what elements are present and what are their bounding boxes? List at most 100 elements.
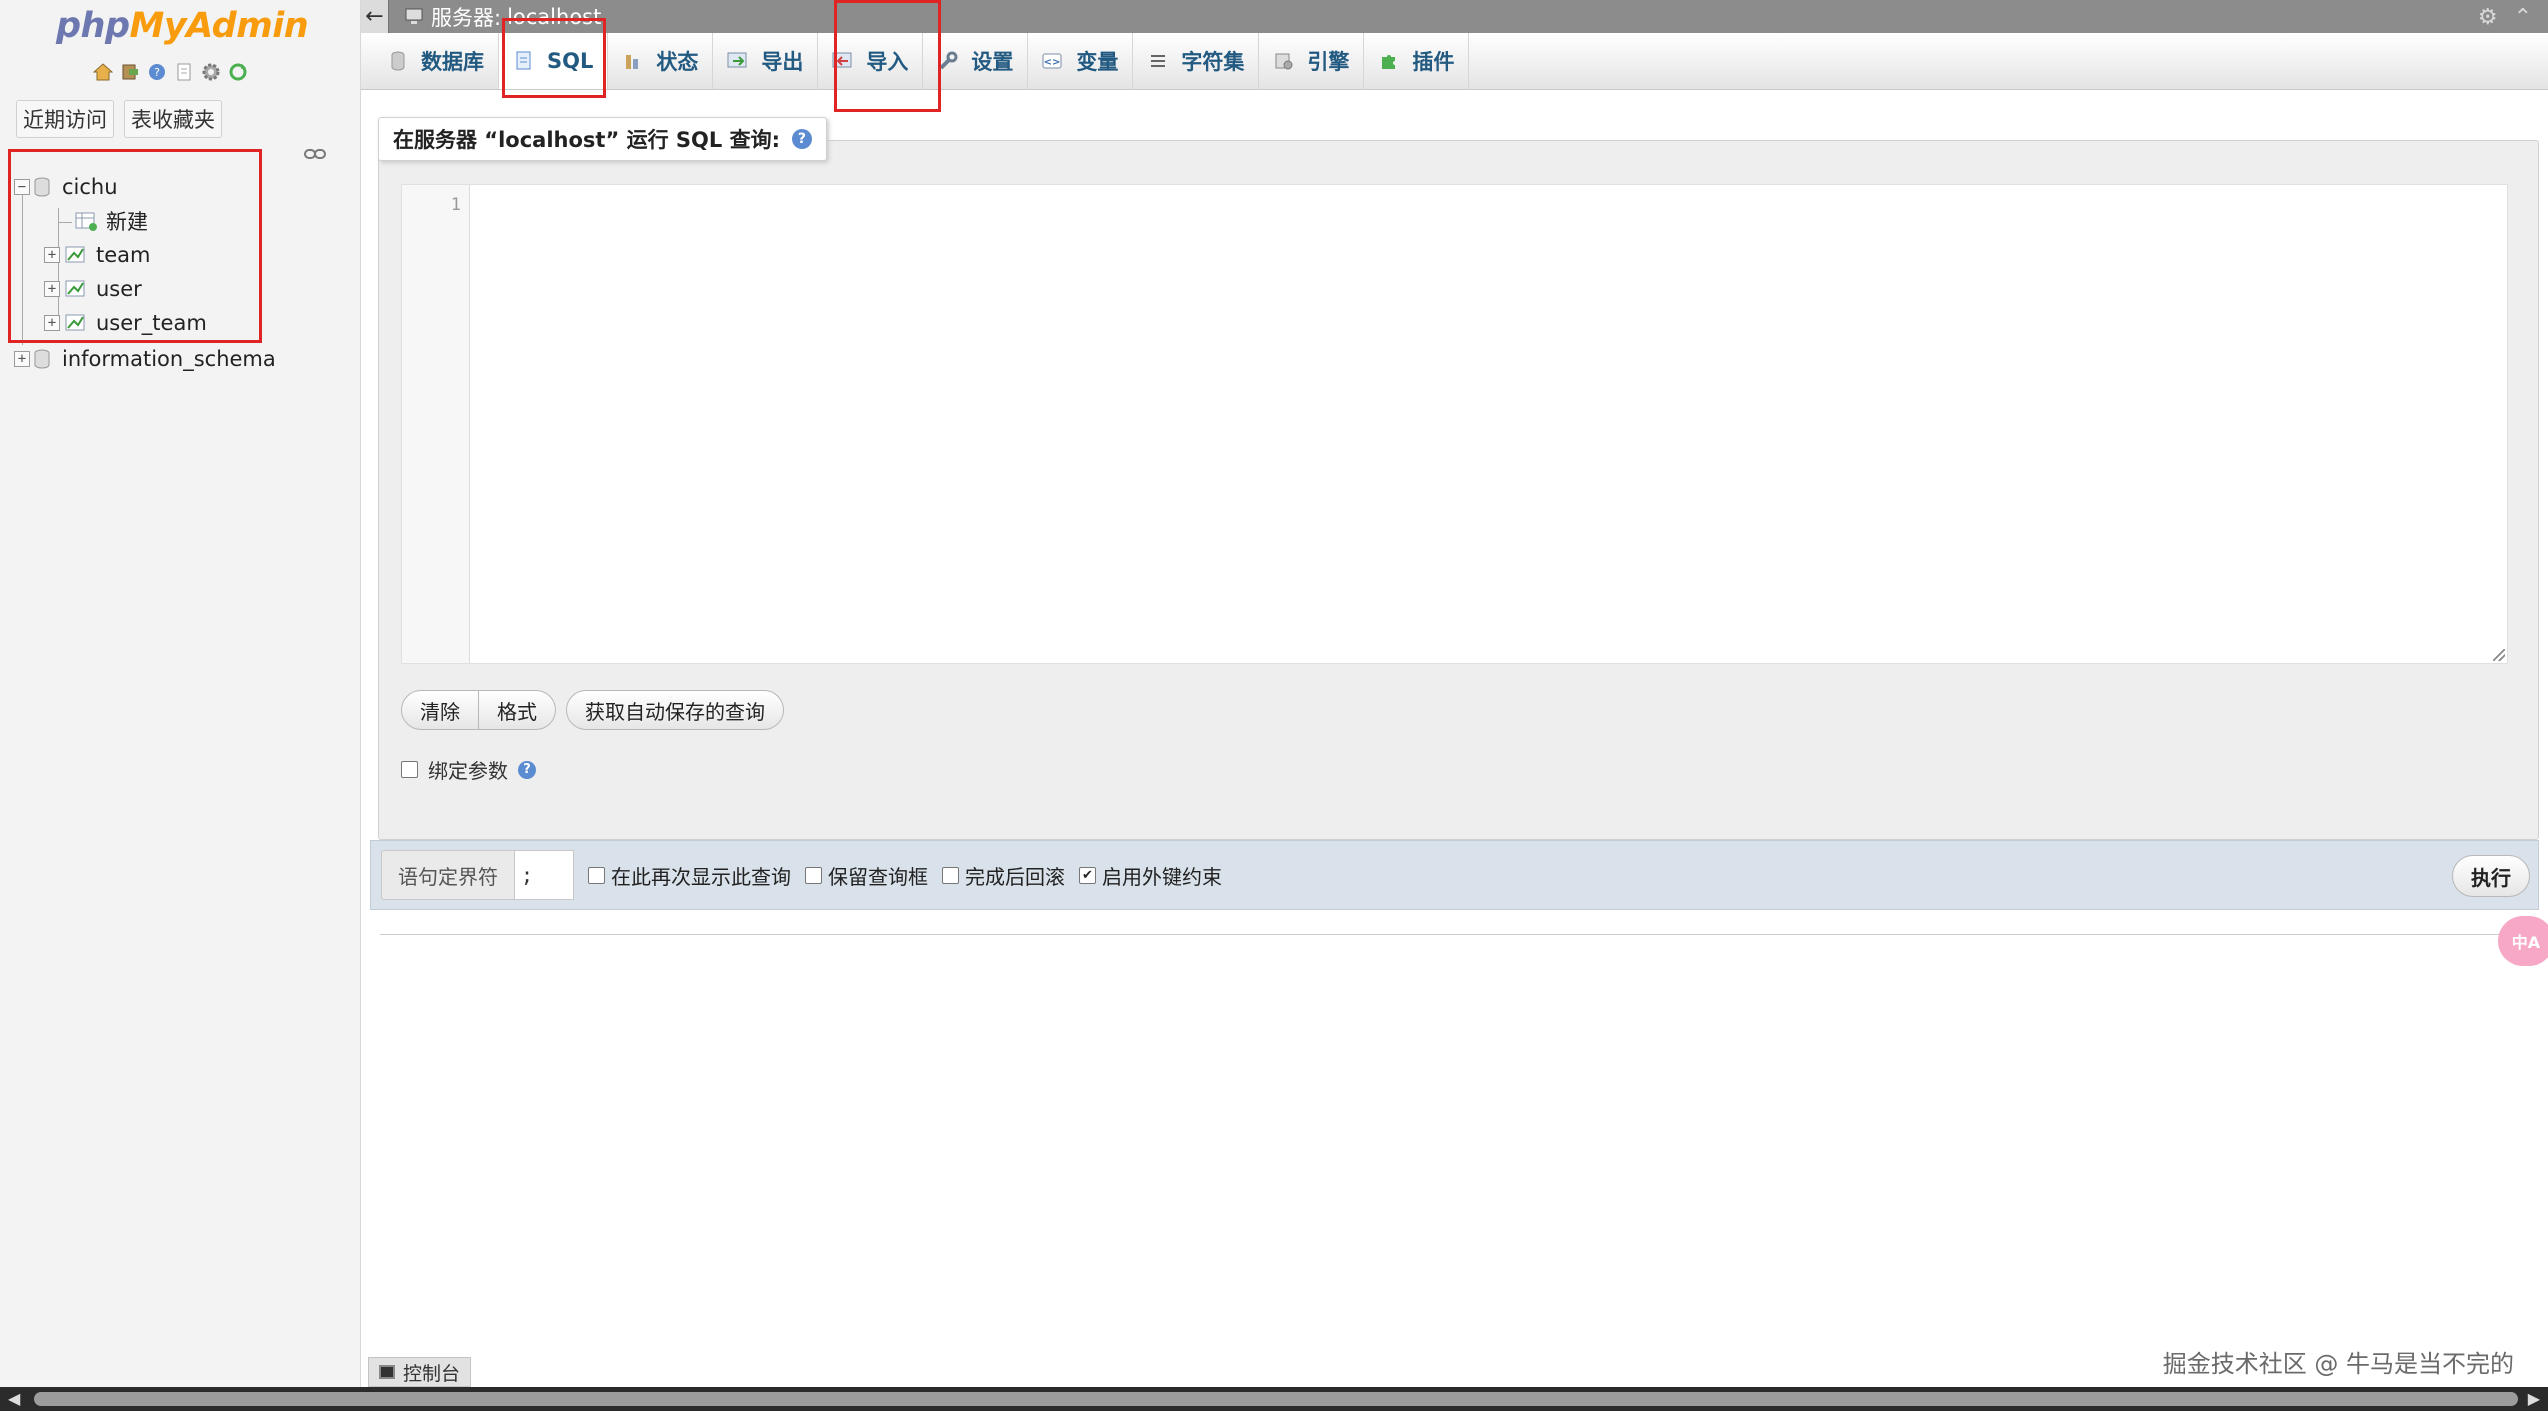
format-button[interactable]: 格式: [479, 690, 556, 730]
puzzle-plugin-icon: [1378, 50, 1400, 72]
tree-label-db-cichu[interactable]: cichu: [62, 175, 118, 199]
tab-variables[interactable]: <> 变量: [1028, 33, 1134, 89]
tab-charset[interactable]: 字符集: [1133, 33, 1260, 89]
help-icon[interactable]: ?: [791, 129, 812, 149]
tab-databases[interactable]: 数据库: [373, 33, 499, 89]
server-breadcrumb-bar: ← 服务器: localhost ⚙ ⌃: [361, 0, 2548, 33]
logo-part-myadmin: MyAdmin: [129, 6, 309, 46]
foreign-key-checks-option[interactable]: ✔ 启用外键约束: [1079, 861, 1222, 890]
tab-variables-label: 变量: [1076, 50, 1119, 74]
retain-query-box-checkbox[interactable]: [805, 866, 822, 884]
tab-engines[interactable]: 引擎: [1259, 33, 1365, 89]
expand-icon[interactable]: +: [44, 281, 60, 297]
console-label: 控制台: [403, 1362, 461, 1385]
get-autosaved-query-button[interactable]: 获取自动保存的查询: [566, 690, 784, 730]
query-options-bar: 语句定界符 ; 在此再次显示此查询 保留查询框 完成后回滚 ✔ 启用外键约束 执…: [370, 840, 2539, 910]
breadcrumb-label: 服务器:: [431, 5, 502, 30]
delimiter-input[interactable]: ;: [514, 850, 574, 900]
go-execute-button[interactable]: 执行: [2452, 855, 2530, 897]
home-icon[interactable]: [92, 62, 114, 82]
wrench-icon: [937, 50, 959, 72]
link-with-main-icon[interactable]: [304, 146, 326, 160]
new-table-icon: [75, 212, 97, 231]
tab-import[interactable]: 导入: [818, 33, 924, 89]
table-icon: [65, 280, 85, 297]
tab-databases-label: 数据库: [421, 50, 484, 74]
tree-line: [58, 222, 72, 223]
svg-text:?: ?: [154, 66, 160, 79]
scrollbar-thumb[interactable]: [34, 1392, 2518, 1406]
server-icon: [405, 8, 423, 24]
expand-icon[interactable]: +: [14, 351, 30, 367]
help-docs-icon[interactable]: ?: [146, 62, 168, 82]
query-legend-text: 在服务器 “localhost” 运行 SQL 查询:: [393, 128, 780, 152]
tree-label-table-user[interactable]: user: [96, 277, 142, 301]
documentation-icon[interactable]: [173, 62, 195, 82]
horizontal-scrollbar[interactable]: ◀ ▶: [0, 1387, 2548, 1411]
logout-icon[interactable]: [119, 62, 141, 82]
back-arrow-button[interactable]: ←: [361, 0, 389, 33]
database-icon: [34, 177, 50, 197]
tab-status[interactable]: 状态: [608, 33, 714, 89]
clear-button[interactable]: 清除: [401, 690, 479, 730]
retain-query-box-label: 保留查询框: [828, 864, 928, 889]
delimiter-label: 语句定界符: [381, 850, 514, 900]
tab-import-label: 导入: [866, 50, 909, 74]
line-number-gutter: 1: [402, 185, 470, 663]
collapse-top-icon[interactable]: ⌃: [2514, 5, 2532, 30]
collapse-icon[interactable]: −: [14, 179, 30, 195]
editor-button-group: 清除 格式: [401, 690, 556, 730]
breadcrumb[interactable]: 服务器: localhost: [405, 2, 601, 32]
tree-node-table[interactable]: + user_team: [44, 308, 207, 338]
tree-node-db[interactable]: − cichu: [14, 172, 118, 202]
console-toggle[interactable]: 控制台: [368, 1357, 472, 1387]
variables-icon: <>: [1042, 50, 1064, 72]
settings-gear-icon[interactable]: [200, 62, 222, 82]
page-settings-gear-icon[interactable]: ⚙: [2478, 5, 2498, 30]
tab-plugins[interactable]: 插件: [1364, 33, 1470, 89]
tree-label-table-team[interactable]: team: [96, 243, 150, 267]
recent-tab[interactable]: 近期访问: [16, 100, 114, 138]
tab-export[interactable]: 导出: [713, 33, 819, 89]
show-query-again-option[interactable]: 在此再次显示此查询: [588, 861, 791, 890]
tree-node-db[interactable]: + information_schema: [14, 344, 276, 374]
export-icon: [727, 50, 749, 72]
tree-node-table[interactable]: + user: [44, 274, 142, 304]
foreign-key-checks-checkbox[interactable]: ✔: [1079, 866, 1096, 884]
phpmyadmin-logo[interactable]: phpMyAdmin: [56, 6, 309, 46]
tab-plugins-label: 插件: [1412, 50, 1455, 74]
help-icon[interactable]: ?: [518, 760, 536, 779]
watermark: 掘金技术社区 @ 牛马是当不完的: [2162, 1350, 2514, 1378]
tab-sql-label: SQL: [547, 49, 594, 73]
tree-node-table[interactable]: + team: [44, 240, 150, 270]
tab-settings[interactable]: 设置: [923, 33, 1029, 89]
tree-label-table-user-team[interactable]: user_team: [96, 311, 207, 335]
quick-icons: ?: [92, 62, 249, 82]
reload-icon[interactable]: [227, 62, 249, 82]
sql-editor[interactable]: 1: [401, 184, 2508, 664]
nav-tabs: 近期访问 表收藏夹: [16, 100, 222, 138]
logo-part-php: php: [56, 6, 130, 46]
tab-sql[interactable]: SQL: [499, 33, 609, 89]
scroll-right-arrow-icon[interactable]: ▶: [2528, 1389, 2540, 1408]
favorites-tab[interactable]: 表收藏夹: [124, 100, 222, 138]
translate-float-button[interactable]: 中A: [2498, 916, 2548, 966]
bind-parameters-row: 绑定参数 ?: [401, 755, 536, 784]
rollback-option[interactable]: 完成后回滚: [942, 861, 1065, 890]
svg-text:<>: <>: [1044, 57, 1061, 68]
navigation-panel: phpMyAdmin ? 近期访问 表收藏夹 − cichu 新建 + team…: [0, 0, 361, 1387]
expand-icon[interactable]: +: [44, 315, 60, 331]
resize-grip-icon[interactable]: [2493, 649, 2505, 661]
rollback-checkbox[interactable]: [942, 866, 959, 884]
scroll-left-arrow-icon[interactable]: ◀: [8, 1389, 20, 1408]
tree-line: [22, 195, 23, 345]
tree-label-db-information-schema[interactable]: information_schema: [62, 347, 276, 371]
database-icon: [387, 50, 409, 72]
breadcrumb-server[interactable]: localhost: [507, 5, 601, 29]
tree-node-new[interactable]: 新建: [74, 206, 148, 236]
show-query-again-checkbox[interactable]: [588, 866, 605, 884]
expand-icon[interactable]: +: [44, 247, 60, 263]
tree-label-new[interactable]: 新建: [106, 206, 148, 236]
retain-query-box-option[interactable]: 保留查询框: [805, 861, 928, 890]
bind-parameters-checkbox[interactable]: [401, 761, 418, 778]
